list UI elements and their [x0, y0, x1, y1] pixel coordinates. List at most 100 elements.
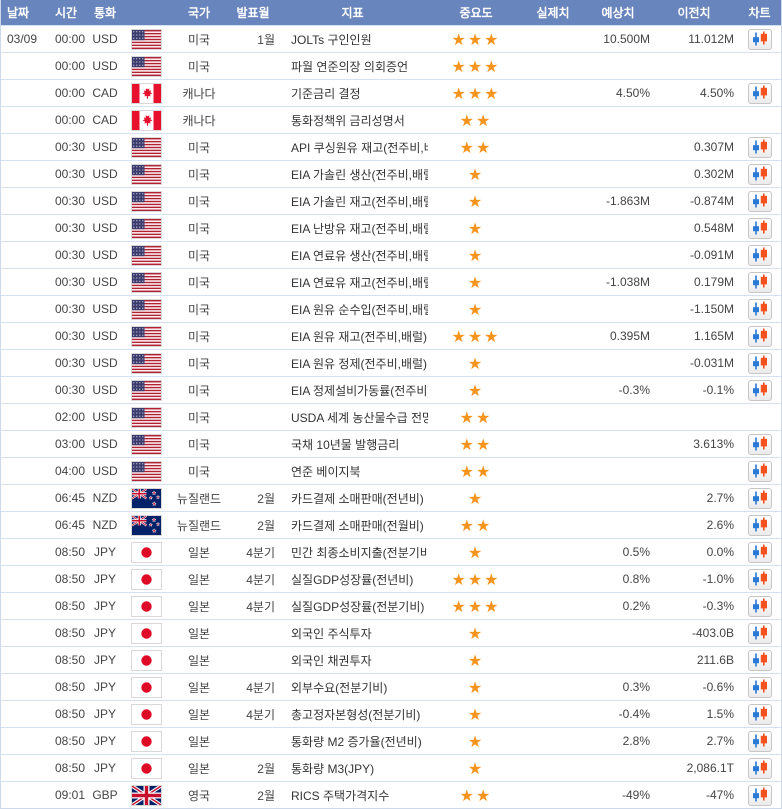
country-cell: 영국: [167, 787, 231, 804]
previous-cell: 0.0%: [654, 545, 738, 559]
us-flag-icon: [131, 218, 162, 239]
table-row: 08:50 JPY 일본 4분기 외부수요(전분기비) ★ 0.3% -0.6%: [1, 673, 781, 700]
us-flag-icon: [131, 191, 162, 212]
flag-cell: [125, 272, 167, 293]
time-cell: 08:50: [47, 707, 85, 721]
importance-stars: ★★: [428, 107, 524, 134]
table-row: 09:01 GBP 영국 2월 RICS 주택가격지수 ★★ -49% -47%: [1, 781, 781, 808]
currency-cell: USD: [85, 167, 125, 181]
forecast-cell: 10.500M: [586, 32, 654, 46]
nz-flag-icon: [131, 488, 162, 509]
us-flag-icon: [131, 461, 162, 482]
flag-cell: [125, 785, 167, 806]
release-month-cell: 2월: [231, 490, 277, 507]
importance-stars: ★: [428, 620, 524, 647]
chart-cell: [738, 353, 781, 374]
candlestick-chart-button[interactable]: [748, 299, 772, 320]
candlestick-chart-button[interactable]: [748, 731, 772, 752]
country-cell: 미국: [167, 355, 231, 372]
candlestick-chart-button[interactable]: [748, 83, 772, 104]
chart-cell: [738, 191, 781, 212]
candlestick-chart-button[interactable]: [748, 353, 772, 374]
candlestick-chart-button[interactable]: [748, 380, 772, 401]
candlestick-chart-button[interactable]: [748, 461, 772, 482]
table-row: 03:00 USD 미국 국채 10년물 발행금리 ★★ 3.613%: [1, 430, 781, 457]
country-cell: 미국: [167, 409, 231, 426]
importance-stars: ★: [428, 647, 524, 674]
candlestick-chart-button[interactable]: [748, 245, 772, 266]
indicator-cell: EIA 원유 재고(전주비,배럴): [277, 328, 428, 345]
candlestick-chart-button[interactable]: [748, 569, 772, 590]
flag-cell: [125, 29, 167, 50]
candlestick-chart-button[interactable]: [748, 650, 772, 671]
candlestick-chart-button[interactable]: [748, 164, 772, 185]
importance-stars: ★: [428, 242, 524, 269]
candlestick-chart-button[interactable]: [748, 677, 772, 698]
candlestick-chart-button[interactable]: [748, 758, 772, 779]
candlestick-chart-button[interactable]: [748, 488, 772, 509]
currency-cell: USD: [85, 437, 125, 451]
column-header-actual: 실제치: [524, 4, 586, 21]
candlestick-chart-button[interactable]: [748, 191, 772, 212]
candlestick-chart-button[interactable]: [748, 218, 772, 239]
currency-cell: USD: [85, 356, 125, 370]
currency-cell: USD: [85, 275, 125, 289]
flag-cell: [125, 110, 167, 131]
gb-flag-icon: [131, 785, 162, 806]
chart-cell: [738, 245, 781, 266]
us-flag-icon: [131, 434, 162, 455]
indicator-cell: 외국인 채권투자: [277, 652, 428, 669]
flag-cell: [125, 56, 167, 77]
flag-cell: [125, 407, 167, 428]
country-cell: 미국: [167, 382, 231, 399]
flag-cell: [125, 434, 167, 455]
previous-cell: -0.3%: [654, 599, 738, 613]
table-row: 08:50 JPY 일본 외국인 채권투자 ★ 211.6B: [1, 646, 781, 673]
previous-cell: 2,086.1T: [654, 761, 738, 775]
candlestick-chart-button[interactable]: [748, 29, 772, 50]
candlestick-chart-button[interactable]: [748, 623, 772, 644]
forecast-cell: 0.3%: [586, 680, 654, 694]
flag-cell: [125, 299, 167, 320]
flag-cell: [125, 569, 167, 590]
us-flag-icon: [131, 164, 162, 185]
time-cell: 00:30: [47, 329, 85, 343]
chart-cell: [738, 434, 781, 455]
candlestick-chart-button[interactable]: [748, 596, 772, 617]
candlestick-chart-button[interactable]: [748, 704, 772, 725]
candlestick-chart-button[interactable]: [748, 137, 772, 158]
candlestick-chart-button[interactable]: [748, 542, 772, 563]
importance-stars: ★★★: [428, 566, 524, 593]
chart-cell: [738, 326, 781, 347]
chart-cell: [738, 272, 781, 293]
table-row: 00:30 USD 미국 EIA 정제설비가동률(전주비) ★ -0.3% -0…: [1, 376, 781, 403]
us-flag-icon: [131, 245, 162, 266]
candlestick-chart-button[interactable]: [748, 434, 772, 455]
country-cell: 뉴질랜드: [167, 490, 231, 507]
chart-cell: [738, 299, 781, 320]
country-cell: 미국: [167, 139, 231, 156]
candlestick-chart-button[interactable]: [748, 272, 772, 293]
importance-stars: ★★: [428, 404, 524, 431]
candlestick-chart-button[interactable]: [748, 515, 772, 536]
previous-cell: -0.6%: [654, 680, 738, 694]
jp-flag-icon: [131, 677, 162, 698]
indicator-cell: 총고정자본형성(전분기비): [277, 706, 428, 723]
importance-stars: ★: [428, 269, 524, 296]
table-body: 03/09 00:00 USD 미국 1월 JOLTs 구인인원 ★★★ 10.…: [1, 25, 781, 808]
release-month-cell: 4분기: [231, 571, 277, 588]
importance-stars: ★★★: [428, 80, 524, 107]
previous-cell: -0.874M: [654, 194, 738, 208]
importance-stars: ★: [428, 674, 524, 701]
candlestick-chart-button[interactable]: [748, 326, 772, 347]
previous-cell: 2.7%: [654, 734, 738, 748]
release-month-cell: 2월: [231, 517, 277, 534]
previous-cell: 11.012M: [654, 32, 738, 46]
time-cell: 09:01: [47, 788, 85, 802]
column-header-time: 시간: [47, 4, 85, 21]
release-month-cell: 4분기: [231, 679, 277, 696]
country-cell: 미국: [167, 193, 231, 210]
table-row: 00:30 USD 미국 EIA 원유 재고(전주비,배럴) ★★★ 0.395…: [1, 322, 781, 349]
candlestick-chart-button[interactable]: [748, 785, 772, 806]
flag-cell: [125, 758, 167, 779]
